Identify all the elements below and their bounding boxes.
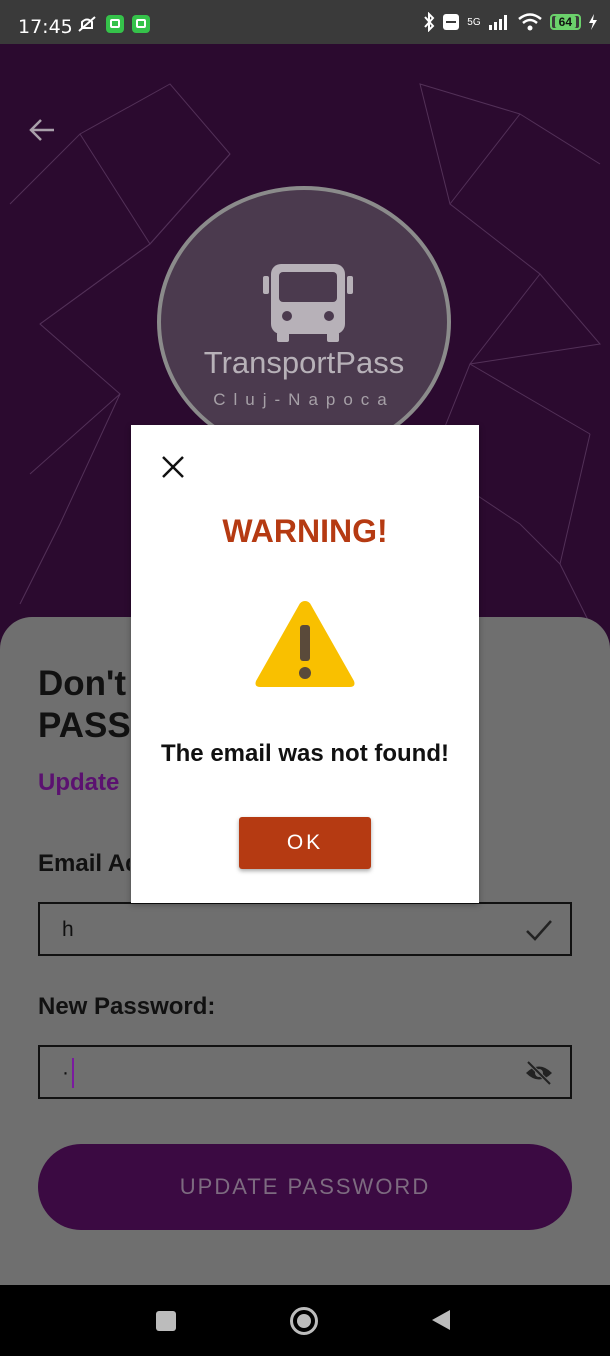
battery-icon: 64 — [549, 14, 581, 30]
email-label: Email Ad — [38, 850, 130, 877]
status-time: 17:45 — [18, 16, 73, 38]
page-title: Don't PASS — [38, 663, 134, 747]
mute-icon — [78, 16, 96, 32]
logo-subtitle: Cluj-Napoca — [213, 390, 395, 409]
network-type-label: 5G — [467, 16, 481, 28]
close-icon[interactable] — [159, 453, 187, 481]
page-title-line-1: Don't — [38, 664, 127, 703]
signal-icon — [488, 15, 507, 30]
email-value: h — [62, 918, 74, 941]
warning-icon — [255, 601, 355, 687]
password-field[interactable]: · — [38, 1045, 572, 1099]
warning-dialog: WARNING! The email was not found! OK — [131, 425, 479, 903]
dialog-title: WARNING! — [222, 513, 388, 549]
status-left-icons — [76, 14, 150, 34]
charging-icon — [589, 14, 597, 30]
page-subtitle: Update — [38, 769, 120, 796]
ok-button[interactable]: OK — [239, 817, 371, 869]
status-right-icons: 5G 64 — [423, 12, 598, 32]
app-notification-icon — [132, 15, 150, 33]
password-label: New Password: — [38, 993, 216, 1020]
update-password-button[interactable]: UPDATE PASSWORD — [38, 1144, 572, 1230]
app-logo: TransportPass Cluj-Napoca — [157, 186, 451, 458]
system-navigation-bar — [0, 1285, 610, 1356]
battery-level: 64 — [554, 16, 576, 28]
back-arrow-icon[interactable] — [28, 118, 56, 142]
app-notification-icon — [106, 15, 124, 33]
status-bar: 17:45 5G 64 — [0, 0, 610, 44]
dialog-message: The email was not found! — [160, 740, 449, 767]
password-value: · — [62, 1061, 69, 1084]
bluetooth-icon — [424, 12, 435, 32]
bus-icon — [263, 264, 353, 342]
wifi-icon — [517, 13, 542, 31]
home-button[interactable] — [289, 1306, 319, 1336]
text-cursor — [72, 1058, 74, 1088]
checkmark-icon — [526, 920, 552, 941]
recents-button[interactable] — [156, 1311, 176, 1331]
volte-icon — [443, 14, 460, 30]
hide-password-icon[interactable] — [524, 1060, 554, 1086]
system-back-button[interactable] — [430, 1308, 452, 1332]
email-field[interactable]: h — [38, 902, 572, 956]
page-title-line-2: PASS — [38, 706, 131, 745]
logo-title: TransportPass — [203, 345, 405, 380]
